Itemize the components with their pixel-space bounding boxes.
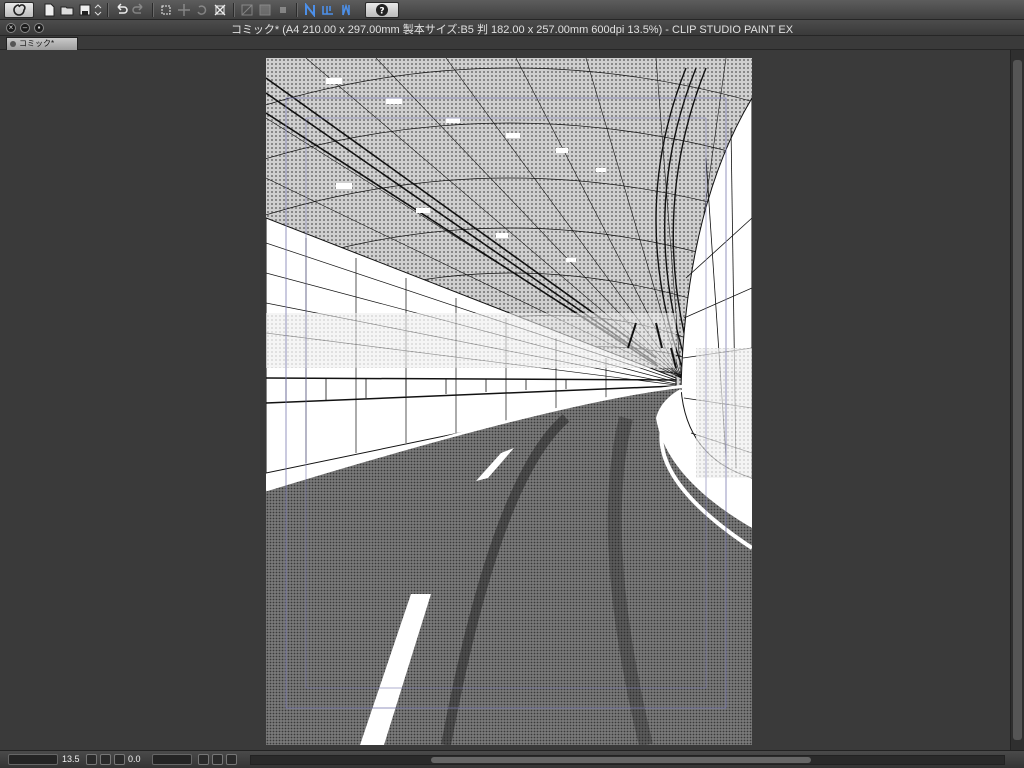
snap-grid-icon bbox=[321, 5, 333, 15]
window-title: コミック* (A4 210.00 x 297.00mm 製本サイズ:B5 判 1… bbox=[230, 24, 794, 36]
clear-icon bbox=[279, 6, 286, 13]
new-file-icon bbox=[44, 3, 54, 16]
snap-grid-button[interactable] bbox=[319, 2, 336, 18]
reset-rotation-icon[interactable] bbox=[226, 754, 237, 765]
save-icon bbox=[79, 4, 90, 15]
vertical-scroll-thumb[interactable] bbox=[1013, 60, 1022, 740]
toolbar-separator bbox=[107, 2, 108, 17]
clip-studio-logo-icon bbox=[13, 3, 26, 16]
help-button[interactable]: ? bbox=[365, 1, 399, 18]
redo-button[interactable] bbox=[130, 2, 147, 18]
toolbar-separator bbox=[296, 2, 297, 17]
clip-studio-logo-button[interactable] bbox=[4, 1, 34, 18]
undo-button[interactable] bbox=[112, 2, 129, 18]
mask-icon bbox=[241, 4, 252, 15]
mask-button[interactable] bbox=[238, 2, 255, 18]
clip-studio-window: ? × – ▪ コミック* (A4 210.00 x 297.00mm 製本サイ… bbox=[0, 0, 1024, 768]
window-title-bar: × – ▪ コミック* (A4 210.00 x 297.00mm 製本サイズ:… bbox=[0, 20, 1024, 36]
fill-icon bbox=[259, 4, 270, 15]
command-bar: ? bbox=[0, 0, 1024, 20]
pan-icon bbox=[177, 3, 190, 16]
redo-icon bbox=[131, 2, 143, 14]
toolbar-separator bbox=[152, 2, 153, 17]
zoom-in-icon[interactable] bbox=[100, 754, 111, 765]
tunnel-illustration bbox=[266, 58, 752, 745]
zoom-value[interactable]: 13.5 bbox=[62, 754, 82, 765]
horizontal-scrollbar[interactable] bbox=[250, 755, 1005, 765]
status-bar: 13.5 0.0 bbox=[0, 750, 1024, 768]
transform-button[interactable] bbox=[157, 2, 174, 18]
help-icon: ? bbox=[376, 3, 388, 16]
fit-view-icon[interactable] bbox=[114, 754, 125, 765]
vertical-scrollbar[interactable] bbox=[1010, 50, 1024, 750]
save-menu-arrow[interactable] bbox=[94, 2, 102, 18]
tab-comic[interactable]: コミック* bbox=[6, 37, 78, 50]
undo-icon bbox=[116, 2, 128, 14]
svg-text:?: ? bbox=[379, 6, 384, 16]
zoom-slider[interactable] bbox=[8, 754, 58, 765]
new-file-button[interactable] bbox=[40, 2, 57, 18]
fill-button[interactable] bbox=[256, 2, 273, 18]
updown-icon bbox=[94, 3, 102, 16]
snap-perspective-icon bbox=[341, 2, 350, 15]
open-file-icon bbox=[60, 6, 73, 15]
horizontal-scroll-thumb[interactable] bbox=[431, 757, 811, 763]
snap-ruler-icon bbox=[304, 2, 315, 17]
pan-button[interactable] bbox=[175, 2, 192, 18]
canvas-page[interactable] bbox=[266, 58, 752, 745]
tab-label: コミック* bbox=[19, 39, 55, 48]
rotation-value[interactable]: 0.0 bbox=[128, 754, 146, 765]
zoom-stepper[interactable] bbox=[86, 754, 97, 765]
snap-perspective-button[interactable] bbox=[337, 2, 354, 18]
rotate-button[interactable] bbox=[193, 2, 210, 18]
rotate-left-icon[interactable] bbox=[198, 754, 209, 765]
save-button[interactable] bbox=[76, 2, 93, 18]
fit-button[interactable] bbox=[211, 2, 228, 18]
open-file-button[interactable] bbox=[58, 2, 75, 18]
clear-button[interactable] bbox=[274, 2, 291, 18]
transform-icon bbox=[161, 5, 170, 14]
rotation-slider[interactable] bbox=[152, 754, 192, 765]
toolbar-separator bbox=[233, 2, 234, 17]
tab-close-icon[interactable] bbox=[10, 41, 16, 47]
canvas-area[interactable] bbox=[0, 50, 1024, 750]
rotate-right-icon[interactable] bbox=[212, 754, 223, 765]
rotate-icon bbox=[196, 4, 206, 15]
snap-ruler-button[interactable] bbox=[301, 2, 318, 18]
fit-icon bbox=[214, 4, 225, 15]
document-tab-bar: コミック* bbox=[0, 36, 1024, 50]
